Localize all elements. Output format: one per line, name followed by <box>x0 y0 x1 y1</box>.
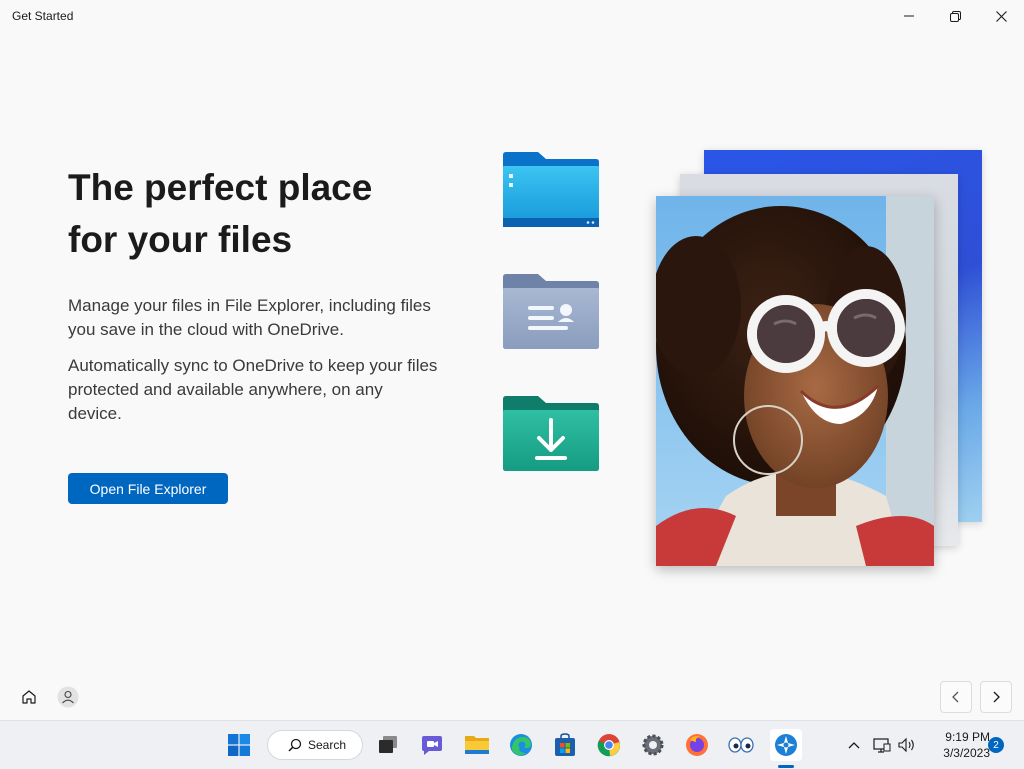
close-icon <box>995 10 1007 22</box>
chevron-left-icon <box>952 691 959 703</box>
taskbar: Search 9:19 PM 3/3/2023 2 <box>0 720 1024 769</box>
get-started-taskbar-button[interactable] <box>770 729 802 761</box>
store-taskbar-button[interactable] <box>549 729 581 761</box>
file-explorer-taskbar-button[interactable] <box>461 729 493 761</box>
chrome-taskbar-button[interactable] <box>593 729 625 761</box>
photo-stack-illustration <box>656 150 986 570</box>
edge-icon <box>510 734 532 756</box>
get-started-window: Get Started The perfect place for your f… <box>0 0 1024 720</box>
back-button[interactable] <box>940 681 972 713</box>
volume-icon <box>898 737 914 753</box>
get-started-icon <box>775 734 797 756</box>
start-button[interactable] <box>223 729 255 761</box>
person-icon <box>57 686 79 708</box>
eyes-app-taskbar-button[interactable] <box>725 729 757 761</box>
edge-taskbar-button[interactable] <box>505 729 537 761</box>
search-label: Search <box>308 738 347 752</box>
network-icon <box>873 738 891 753</box>
account-button[interactable] <box>53 683 83 711</box>
settings-taskbar-button[interactable] <box>637 729 669 761</box>
page-headline: The perfect place for your files <box>68 162 448 266</box>
open-file-explorer-button[interactable]: Open File Explorer <box>68 473 228 504</box>
firefox-icon <box>686 734 708 756</box>
task-view-icon <box>379 736 397 753</box>
network-button[interactable] <box>870 733 894 757</box>
show-hidden-icons-button[interactable] <box>842 733 866 757</box>
chevron-right-icon <box>993 691 1000 703</box>
front-photo-card <box>656 196 934 566</box>
restore-button[interactable] <box>932 0 978 32</box>
chevron-up-icon <box>848 742 860 749</box>
task-view-button[interactable] <box>372 729 404 761</box>
eyes-app-icon <box>728 737 754 753</box>
file-explorer-icon <box>465 736 489 754</box>
close-button[interactable] <box>978 0 1024 32</box>
chat-button[interactable] <box>416 729 448 761</box>
next-button[interactable] <box>980 681 1012 713</box>
restore-icon <box>949 10 961 22</box>
documents-folder-icon <box>503 274 599 349</box>
minimize-icon <box>904 15 914 17</box>
start-icon <box>228 734 250 756</box>
home-button[interactable] <box>14 683 44 711</box>
blue-folder-icon <box>503 152 599 227</box>
chrome-icon <box>597 734 621 757</box>
notification-badge[interactable]: 2 <box>988 737 1004 753</box>
downloads-folder-icon <box>503 396 599 471</box>
portrait-photo <box>656 196 934 566</box>
title-bar: Get Started <box>0 0 1024 32</box>
home-icon <box>22 690 36 704</box>
clock-date: 3/3/2023 <box>943 746 990 760</box>
store-icon <box>555 733 575 756</box>
description-paragraph-1: Manage your files in File Explorer, incl… <box>68 296 431 339</box>
description-paragraph-2: Automatically sync to OneDrive to keep y… <box>68 356 438 423</box>
settings-icon <box>642 734 664 756</box>
taskbar-clock[interactable]: 9:19 PM 3/3/2023 <box>922 729 990 761</box>
headline-line-1: The perfect place <box>68 167 373 208</box>
search-icon <box>288 738 302 752</box>
volume-button[interactable] <box>895 733 919 757</box>
headline-line-2: for your files <box>68 219 293 260</box>
taskbar-search[interactable]: Search <box>267 730 363 760</box>
firefox-taskbar-button[interactable] <box>681 729 713 761</box>
chat-icon <box>422 736 442 755</box>
minimize-button[interactable] <box>886 0 932 32</box>
clock-time: 9:19 PM <box>945 730 990 744</box>
window-title: Get Started <box>12 9 74 23</box>
